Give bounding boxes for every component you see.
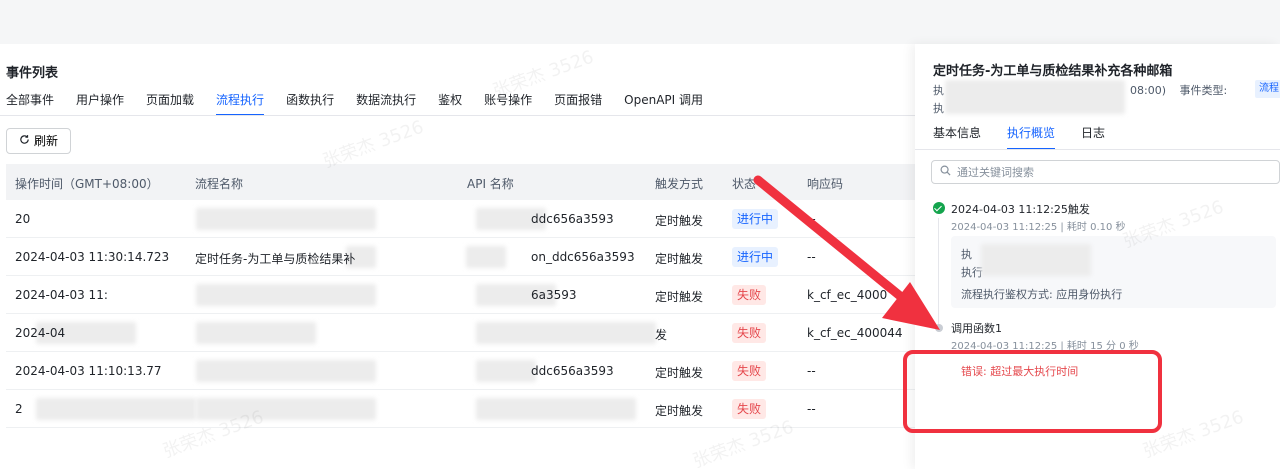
screenshot-root: 事件列表 全部事件 用户操作 页面加载 流程执行 函数执行 数据流执行 鉴权 账… — [0, 0, 1280, 469]
red-arrow-icon — [753, 175, 940, 330]
